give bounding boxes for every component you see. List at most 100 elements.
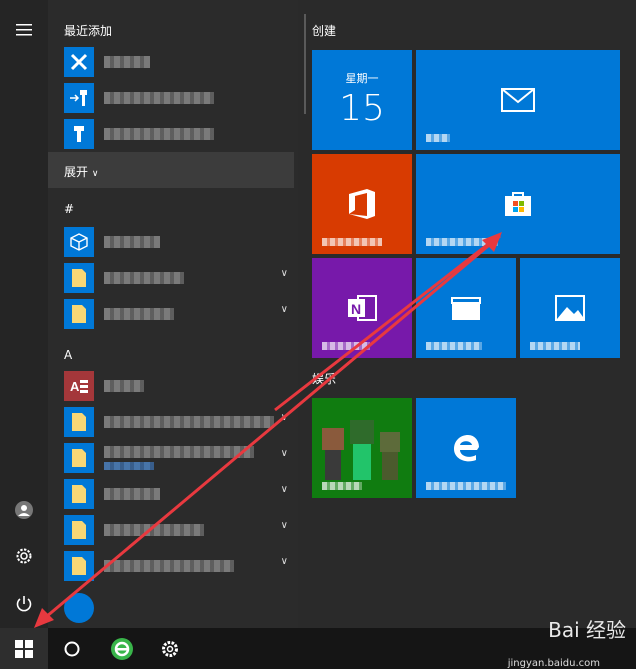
- calendar-tile[interactable]: 星期一 15: [312, 50, 412, 150]
- chevron-down-icon[interactable]: ∨: [281, 448, 288, 459]
- list-item[interactable]: [48, 80, 298, 116]
- settings-taskbar-button[interactable]: [146, 628, 194, 669]
- app-name-blurred: [104, 416, 274, 428]
- settings-icon: [16, 548, 32, 564]
- list-item[interactable]: [48, 116, 298, 152]
- list-item[interactable]: [48, 590, 298, 626]
- mail-tile[interactable]: [416, 50, 620, 150]
- list-item[interactable]: ∨: [48, 548, 298, 584]
- start-rail: [0, 0, 48, 628]
- tile-label-blurred: [322, 482, 362, 490]
- folder-icon: [64, 551, 94, 581]
- wrench-icon: [64, 119, 94, 149]
- watermark-url: jingyan.baidu.com: [507, 658, 600, 669]
- app-icon: [64, 593, 94, 623]
- app-name-blurred: [104, 308, 174, 320]
- power-button[interactable]: [0, 580, 48, 628]
- watermark-logo: Bai 经验: [548, 618, 626, 642]
- store-tile[interactable]: [416, 154, 620, 254]
- scroll-divider[interactable]: [304, 14, 306, 114]
- cube-icon: [64, 227, 94, 257]
- access-icon: A: [64, 371, 94, 401]
- office-tile[interactable]: [312, 154, 412, 254]
- settings-button[interactable]: [0, 532, 48, 580]
- entertainment-header[interactable]: 娱乐: [312, 370, 336, 387]
- recent-header: 最近添加: [64, 24, 113, 38]
- list-item[interactable]: ∨: [48, 512, 298, 548]
- list-item[interactable]: ∨: [48, 476, 298, 512]
- menu-button[interactable]: [0, 6, 48, 54]
- list-item[interactable]: [48, 44, 298, 80]
- search-circle-icon: [64, 641, 80, 656]
- expand-button[interactable]: 展开 ∨: [48, 152, 294, 188]
- browser-icon: [111, 637, 133, 660]
- app-name-blurred: [104, 380, 144, 392]
- app-name-blurred: [104, 446, 254, 458]
- chevron-down-icon[interactable]: ∨: [281, 556, 288, 567]
- chevron-down-icon[interactable]: ∨: [281, 268, 288, 279]
- app-name-blurred: [104, 524, 204, 536]
- list-item[interactable]: ∨: [48, 296, 298, 332]
- tool-arrow-icon: [64, 83, 94, 113]
- app-icon: [64, 47, 94, 77]
- list-item[interactable]: ∨: [48, 260, 298, 296]
- list-item[interactable]: [48, 224, 298, 260]
- office-icon: [349, 189, 375, 219]
- tile-label-blurred: [426, 134, 450, 142]
- windows-icon: [15, 639, 33, 658]
- user-button[interactable]: [0, 486, 48, 534]
- store-icon: [505, 192, 531, 216]
- chevron-down-icon[interactable]: ∨: [281, 520, 288, 531]
- tile-label-blurred: [426, 342, 482, 350]
- hamburger-icon: [16, 24, 32, 36]
- app-name-blurred: [104, 92, 214, 104]
- folder-icon: [64, 263, 94, 293]
- tile-label-blurred: [322, 342, 370, 350]
- chevron-down-icon[interactable]: ∨: [281, 484, 288, 495]
- app-list: 最近添加 展开 ∨ # ∨ ∨ A A ∨ ∨ ∨ ∨ ∨: [48, 0, 298, 628]
- app-name-blurred: [104, 272, 184, 284]
- a-header[interactable]: A: [64, 348, 72, 362]
- expand-label: 展开 ∨: [64, 165, 99, 179]
- app-name-blurred: [104, 128, 214, 140]
- app-name-blurred: [104, 560, 234, 572]
- tile-label-blurred: [426, 238, 498, 246]
- folder-icon: [64, 299, 94, 329]
- folder-icon: [64, 443, 94, 473]
- folder-icon: [64, 479, 94, 509]
- tile-label-blurred: [530, 342, 580, 350]
- browser-button[interactable]: [98, 628, 146, 669]
- photos-tile[interactable]: [520, 258, 620, 358]
- chevron-down-icon[interactable]: ∨: [281, 304, 288, 315]
- onenote-icon: N: [348, 295, 377, 321]
- app-name-blurred: [104, 488, 160, 500]
- list-item[interactable]: A: [48, 368, 298, 404]
- power-icon: [16, 596, 32, 612]
- user-icon: [15, 501, 33, 519]
- chevron-down-icon[interactable]: ∨: [281, 412, 288, 423]
- svg-text:N: N: [351, 301, 361, 317]
- app-name-blurred: [104, 56, 150, 68]
- folder-icon: [64, 407, 94, 437]
- edge-icon: [454, 435, 479, 462]
- edge-tile[interactable]: [416, 398, 516, 498]
- taskbar: jingyan.baidu.com: [0, 628, 636, 669]
- xbox-tile[interactable]: [312, 398, 412, 498]
- movies-icon: [451, 297, 481, 320]
- movies-tile[interactable]: [416, 258, 516, 358]
- cortana-button[interactable]: [48, 628, 96, 669]
- calendar-weekday: 星期一: [345, 72, 379, 85]
- mail-icon: [501, 88, 535, 112]
- create-header[interactable]: 创建: [312, 22, 336, 39]
- gear-icon: [162, 640, 178, 657]
- calendar-day: 15: [339, 88, 385, 129]
- onenote-tile[interactable]: N: [312, 258, 412, 358]
- start-button[interactable]: [0, 628, 48, 669]
- hash-header[interactable]: #: [64, 202, 74, 216]
- list-item[interactable]: ∨: [48, 404, 298, 440]
- folder-icon: [64, 515, 94, 545]
- svg-text:A: A: [70, 379, 80, 394]
- list-item[interactable]: ∨: [48, 440, 298, 476]
- photos-icon: [555, 295, 585, 321]
- tile-label-blurred: [426, 482, 506, 490]
